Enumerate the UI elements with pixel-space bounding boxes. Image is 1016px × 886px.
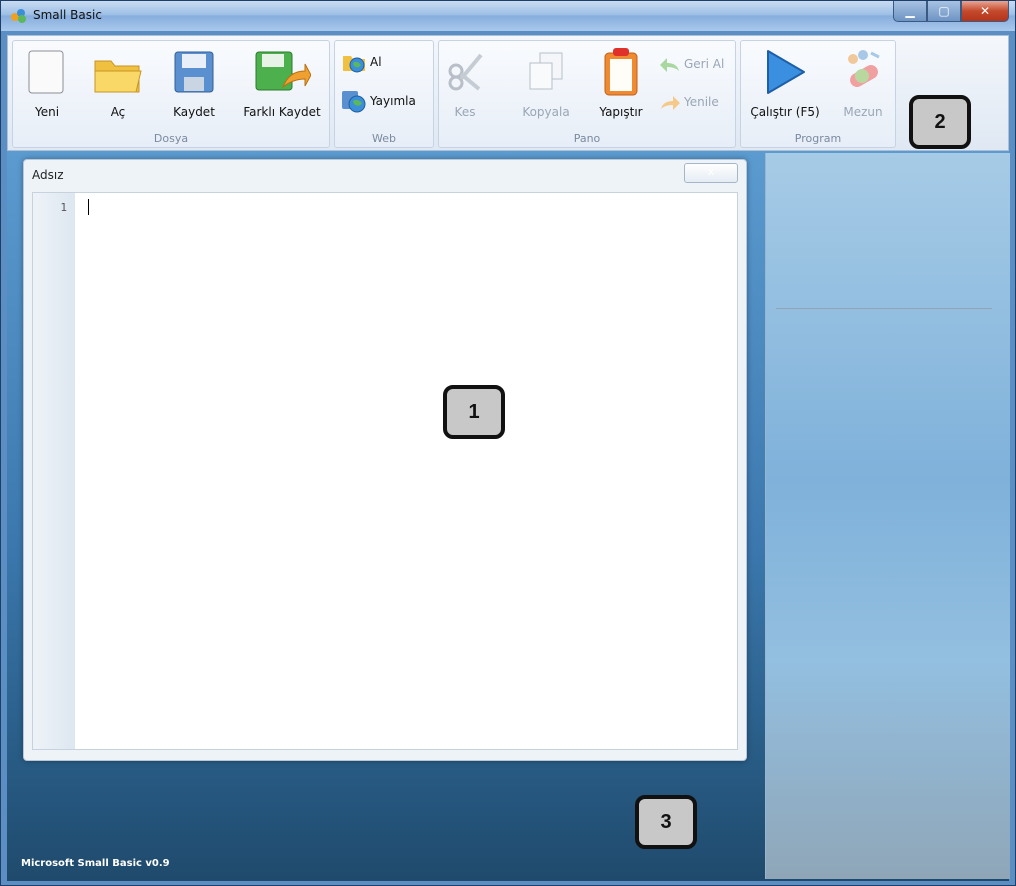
ribbon-toolbar: Yeni Aç Kaydet Farklı Kaydet Dosya Al Ya… — [7, 35, 1009, 151]
version-label: Microsoft Small Basic v0.9 — [21, 858, 170, 869]
undo-button-label: Geri Al — [684, 57, 725, 71]
line-number: 1 — [60, 201, 67, 214]
publish-button[interactable]: Yayımla — [341, 89, 416, 113]
ribbon-group-pano: Kes Kopyala Yapıştır Geri Al Yenile Pano — [438, 40, 736, 148]
help-panel — [765, 153, 1010, 879]
get-button[interactable]: Al — [341, 51, 382, 73]
new-button[interactable]: Yeni — [19, 47, 75, 125]
paste-button[interactable]: Yapıştır — [589, 47, 653, 125]
cursor-position: 1,1 — [711, 733, 733, 747]
folder-icon — [94, 60, 142, 93]
scissors-icon — [448, 53, 483, 91]
callout-1: 1 — [443, 385, 505, 439]
small-basic-app-icon — [11, 9, 27, 23]
globe-disk-icon — [342, 91, 366, 113]
workspace: Adsız x 1 1,1 Microsoft Small Basic v0.9 — [7, 151, 1010, 881]
copy-button[interactable]: Kopyala — [517, 47, 575, 125]
maximize-icon: ▢ — [938, 4, 950, 18]
minimize-button[interactable]: ▁ — [893, 1, 927, 22]
code-editor[interactable]: 1 1,1 — [32, 192, 738, 750]
document-close-icon: x — [707, 165, 715, 178]
close-button[interactable]: ✕ — [961, 1, 1009, 22]
ribbon-group-program: Çalıştır (F5) Mezun Program — [740, 40, 896, 148]
run-button[interactable]: Çalıştır (F5) — [745, 47, 825, 125]
text-caret — [88, 199, 89, 215]
publish-button-label: Yayımla — [370, 94, 416, 108]
app-window: Small Basic ▁ ▢ ✕ Yeni Aç Kaydet Farklı … — [0, 0, 1016, 886]
document-close-button[interactable]: x — [684, 163, 738, 183]
maximize-button[interactable]: ▢ — [927, 1, 961, 22]
save-as-button-label: Farklı Kaydet — [243, 105, 321, 119]
copy-icon — [529, 52, 563, 90]
ribbon-group-program-label: Program — [794, 132, 842, 145]
help-panel-divider — [776, 308, 992, 309]
ribbon-group-dosya: Yeni Aç Kaydet Farklı Kaydet Dosya — [12, 40, 330, 148]
open-button-label: Aç — [110, 105, 126, 119]
save-as-button[interactable]: Farklı Kaydet — [239, 47, 325, 125]
new-document-icon — [28, 50, 64, 94]
redo-button[interactable]: Yenile — [659, 93, 719, 111]
title-bar[interactable]: Small Basic ▁ ▢ ✕ — [1, 1, 1015, 31]
cut-button[interactable]: Kes — [443, 47, 487, 125]
copy-button-label: Kopyala — [522, 105, 570, 119]
redo-button-label: Yenile — [684, 95, 719, 109]
redo-arrow-icon — [661, 96, 680, 110]
graduate-icon — [848, 50, 880, 87]
ribbon-group-web: Al Yayımla Web — [334, 40, 434, 148]
ribbon-group-web-label: Web — [372, 132, 396, 145]
line-number-gutter: 1 — [33, 193, 75, 749]
graduate-button[interactable]: Mezun — [835, 47, 891, 125]
ribbon-group-dosya-label: Dosya — [153, 132, 189, 145]
window-title: Small Basic — [33, 8, 102, 22]
cut-button-label: Kes — [454, 105, 476, 119]
clipboard-icon — [604, 48, 638, 96]
callout-3: 3 — [635, 795, 697, 849]
callout-2: 2 — [909, 95, 971, 149]
undo-arrow-icon — [660, 58, 679, 72]
window-controls: ▁ ▢ ✕ — [893, 1, 1009, 23]
save-as-icon — [255, 51, 312, 91]
close-icon: ✕ — [979, 4, 991, 18]
open-button[interactable]: Aç — [91, 47, 145, 125]
paste-button-label: Yapıştır — [599, 105, 643, 119]
graduate-button-label: Mezun — [843, 105, 883, 119]
document-window: Adsız x 1 1,1 — [23, 159, 747, 761]
minimize-icon: ▁ — [905, 4, 915, 18]
play-icon — [767, 50, 805, 94]
save-button-label: Kaydet — [173, 105, 215, 119]
run-button-label: Çalıştır (F5) — [750, 105, 820, 119]
save-button[interactable]: Kaydet — [163, 47, 225, 125]
floppy-disk-icon — [174, 51, 214, 93]
get-button-label: Al — [370, 55, 382, 69]
globe-folder-icon — [343, 56, 365, 73]
ribbon-group-pano-label: Pano — [573, 132, 601, 145]
new-button-label: Yeni — [34, 105, 60, 119]
document-title: Adsız — [32, 168, 64, 182]
undo-button[interactable]: Geri Al — [659, 55, 724, 73]
